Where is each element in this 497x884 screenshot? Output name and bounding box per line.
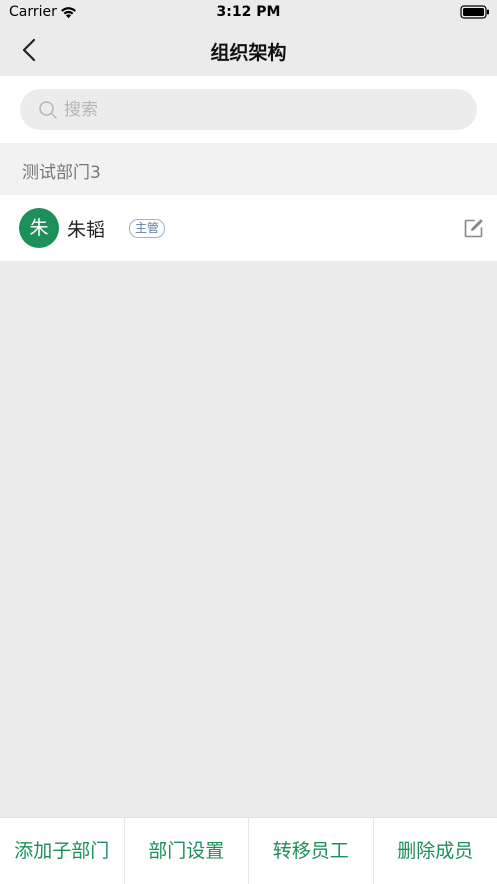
avatar: 朱 — [19, 208, 59, 248]
search-box[interactable] — [20, 89, 477, 130]
member-name: 朱韬 — [67, 215, 105, 242]
search-icon — [38, 100, 58, 120]
delete-member-button[interactable]: 删除成员 — [374, 818, 497, 884]
battery-icon — [460, 5, 490, 19]
status-bar: Carrier 3:12 PM — [0, 0, 497, 26]
search-input[interactable] — [64, 89, 454, 130]
navigation-bar: 组织架构 — [0, 26, 497, 76]
department-settings-button[interactable]: 部门设置 — [125, 818, 250, 884]
status-time: 3:12 PM — [0, 4, 497, 20]
department-name: 测试部门3 — [22, 158, 101, 183]
edit-icon[interactable] — [463, 218, 484, 239]
search-section — [0, 76, 497, 143]
member-list-item[interactable]: 朱 朱韬 主管 — [0, 195, 497, 261]
role-badge: 主管 — [129, 219, 165, 238]
bottom-action-bar: 添加子部门 部门设置 转移员工 删除成员 — [0, 817, 497, 884]
add-sub-department-button[interactable]: 添加子部门 — [0, 818, 125, 884]
page-title: 组织架构 — [0, 38, 497, 65]
department-header: 测试部门3 — [0, 143, 497, 195]
transfer-employee-button[interactable]: 转移员工 — [249, 818, 374, 884]
